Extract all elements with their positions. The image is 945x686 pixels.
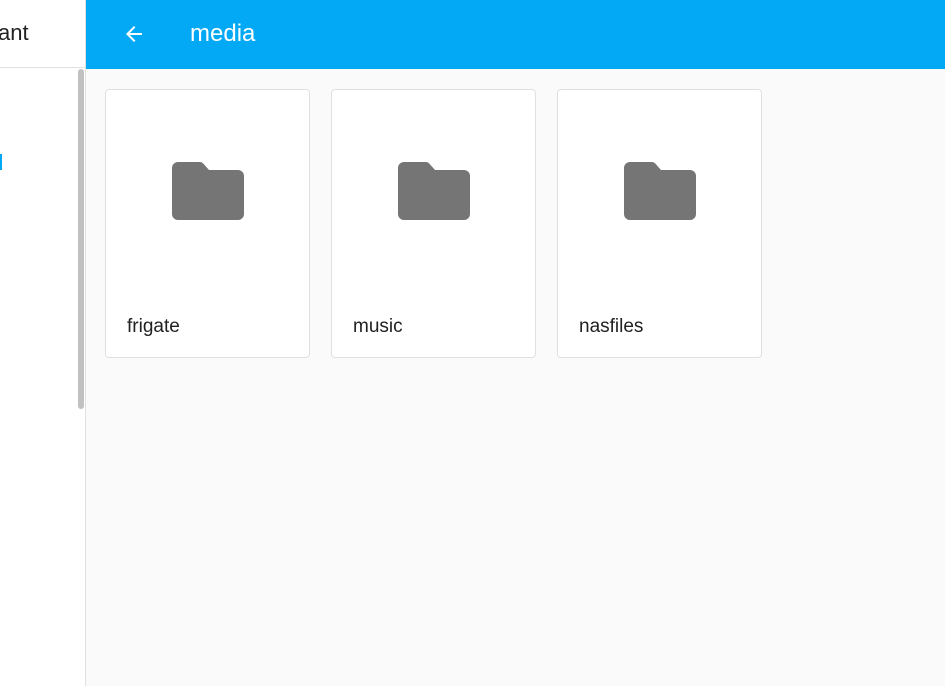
sidebar-scrollbar[interactable] (78, 69, 84, 409)
sidebar-title: ant (0, 20, 29, 45)
folder-card-music[interactable]: music (331, 89, 536, 358)
media-browser-grid: frigate music nasfiles (86, 69, 945, 686)
folder-label: nasfiles (579, 316, 644, 337)
sidebar: ant (0, 0, 86, 686)
back-button[interactable] (116, 16, 152, 52)
page-title: media (190, 20, 256, 47)
sidebar-active-indicator (0, 154, 2, 170)
folder-label: frigate (127, 316, 180, 337)
folder-card-frigate[interactable]: frigate (105, 89, 310, 358)
folder-icon (172, 161, 244, 220)
sidebar-header: ant (0, 0, 85, 68)
app-root: ant media frigate music nasfiles (0, 0, 945, 686)
top-app-bar: media (86, 0, 945, 69)
folder-label: music (353, 316, 403, 337)
folder-icon (624, 161, 696, 220)
folder-icon (398, 161, 470, 220)
arrow-left-icon (126, 26, 142, 42)
folder-card-nasfiles[interactable]: nasfiles (557, 89, 762, 358)
